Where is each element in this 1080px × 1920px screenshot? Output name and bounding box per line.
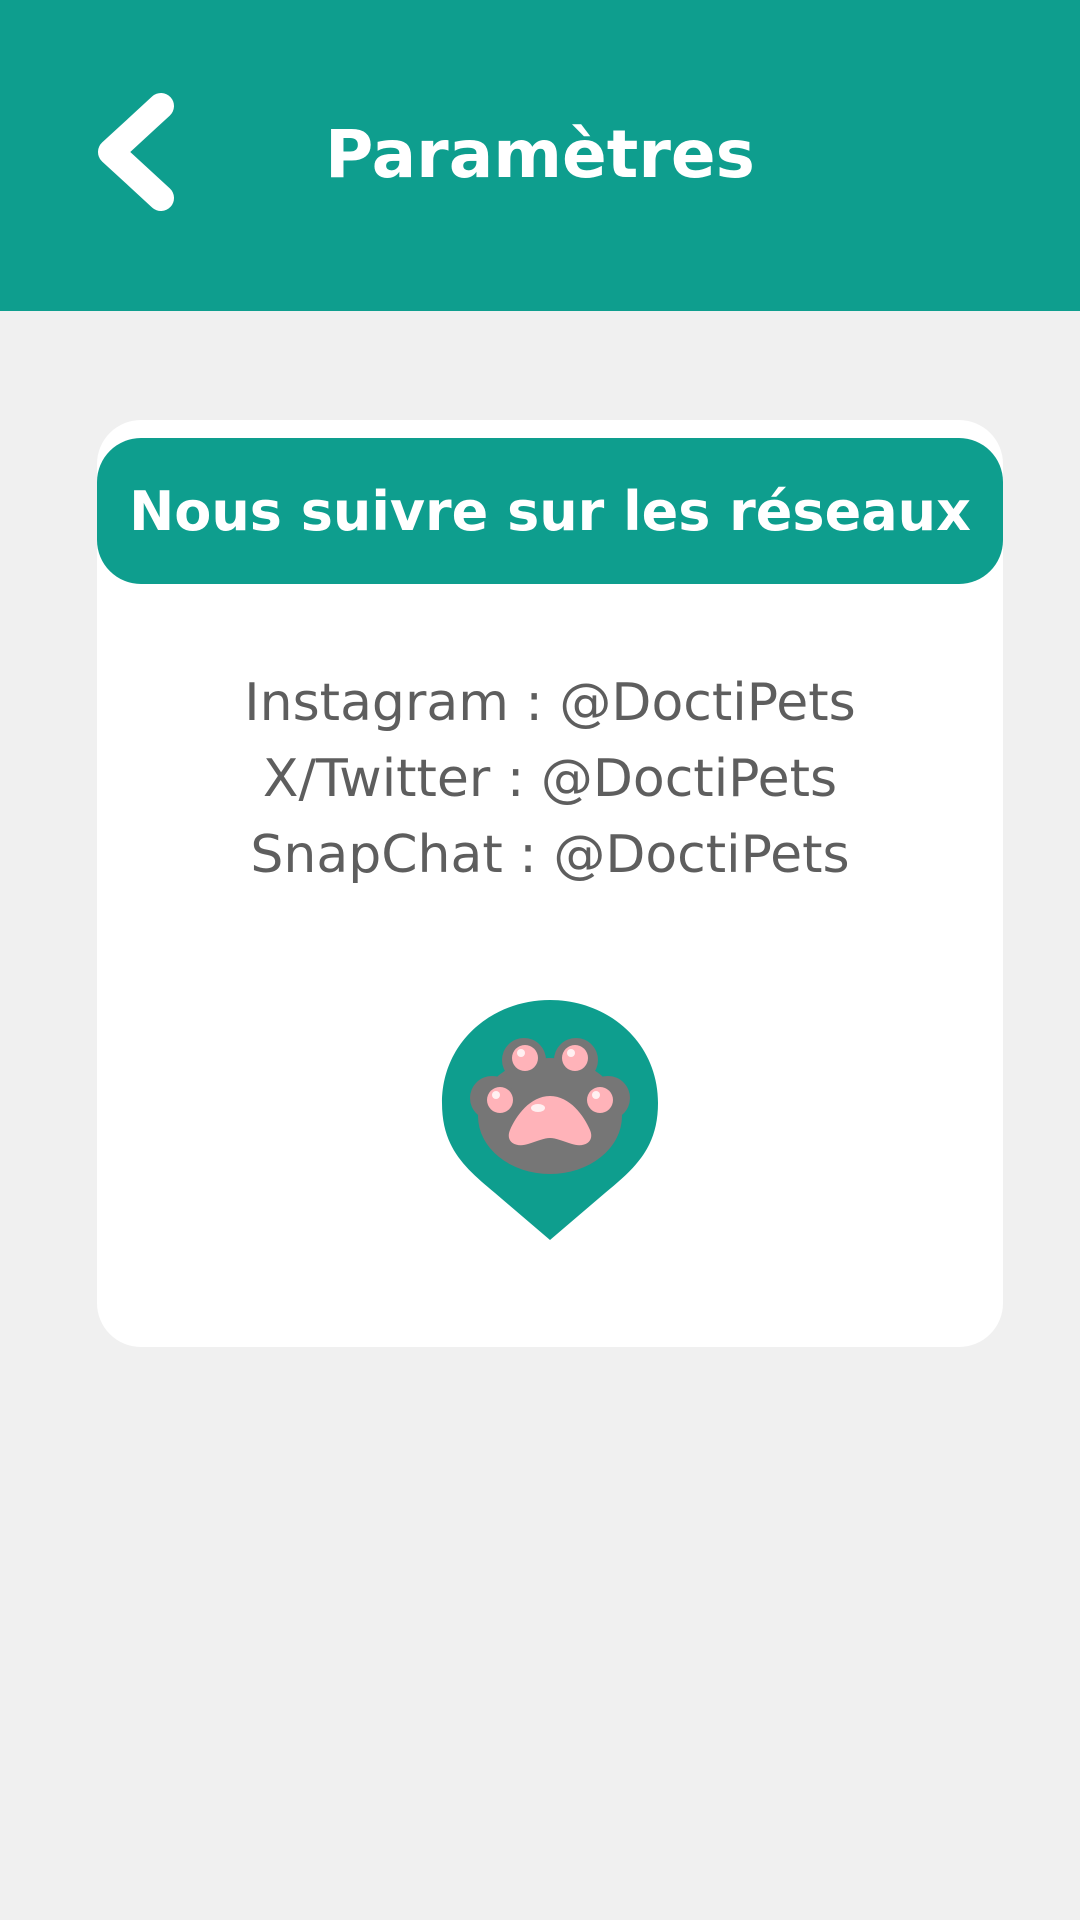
social-list: Instagram : @DoctiPets X/Twitter : @Doct… bbox=[97, 665, 1003, 893]
card-title: Nous suivre sur les réseaux bbox=[129, 479, 971, 543]
page-title: Paramètres bbox=[325, 116, 755, 193]
social-item-snapchat: SnapChat : @DoctiPets bbox=[250, 825, 850, 885]
social-item-instagram: Instagram : @DoctiPets bbox=[244, 673, 856, 733]
social-card: Nous suivre sur les réseaux Instagram : … bbox=[97, 420, 1003, 1347]
card-header: Nous suivre sur les réseaux bbox=[97, 438, 1003, 584]
social-item-twitter: X/Twitter : @DoctiPets bbox=[262, 749, 838, 809]
paw-pin-icon bbox=[442, 1000, 658, 1240]
app-header: Paramètres bbox=[0, 0, 1080, 311]
